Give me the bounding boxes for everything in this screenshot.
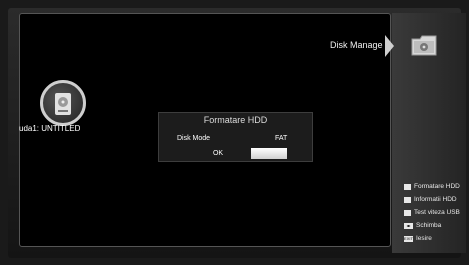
square-bullet-icon [404,209,411,216]
menu-item-label: Iesire [416,235,432,242]
format-dialog: Formatare HDD Disk Mode FAT OK [158,112,313,162]
menu-item-usb-speed-test[interactable]: Test viteza USB [404,206,468,219]
menu-item-label: Informatii HDD [414,196,457,203]
menu-item-exit[interactable]: EXIT Iesire [404,232,468,245]
menu-item-format-hdd[interactable]: Formatare HDD [404,180,468,193]
ok-button[interactable]: OK [194,148,242,159]
menu-item-label: Schimba [416,222,442,229]
disk-mode-value[interactable]: FAT [275,135,287,142]
dialog-title: Formatare HDD [203,115,268,125]
menu-item-hdd-info[interactable]: Informatii HDD [404,193,468,206]
cancel-button[interactable] [251,148,287,159]
key-badge-icon: ◂▸ [404,222,413,229]
folder-icon[interactable] [410,33,438,57]
side-menu: Formatare HDD Informatii HDD Test viteza… [404,180,468,245]
menu-item-change[interactable]: ◂▸ Schimba [404,219,468,232]
menu-item-label: Test viteza USB [414,209,460,216]
hard-disk-icon[interactable] [40,80,86,126]
disk-name: uda1: UNTITLED [19,124,81,133]
menu-item-label: Formatare HDD [414,183,460,190]
disk-mode-label: Disk Mode [177,135,211,142]
square-bullet-icon [404,196,411,203]
section-title: Disk Manage [330,40,383,50]
key-badge-icon: EXIT [404,235,413,242]
square-bullet-icon [404,183,411,190]
selection-arrow-icon [385,35,394,57]
